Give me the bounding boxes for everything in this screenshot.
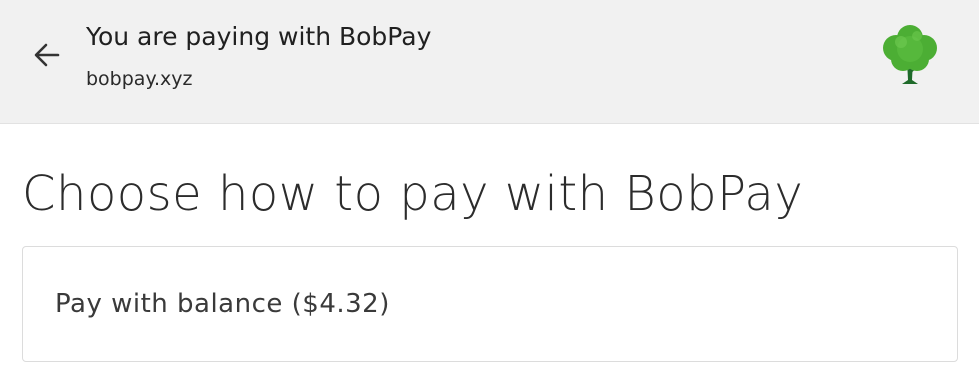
header-text: You are paying with BobPay bobpay.xyz bbox=[86, 22, 431, 92]
payment-page: You are paying with BobPay bobpay.xyz Ch… bbox=[0, 0, 979, 365]
header-title: You are paying with BobPay bbox=[86, 22, 432, 51]
option-label: Pay with balance ($4.32) bbox=[55, 289, 390, 319]
payment-header: You are paying with BobPay bobpay.xyz bbox=[0, 0, 979, 124]
pay-with-balance-option[interactable]: Pay with balance ($4.32) bbox=[22, 246, 958, 362]
page-title: Choose how to pay with BobPay bbox=[22, 166, 804, 222]
back-button[interactable] bbox=[28, 36, 66, 74]
arrow-left-icon bbox=[34, 43, 60, 67]
tree-icon bbox=[877, 22, 943, 90]
header-origin: bobpay.xyz bbox=[86, 68, 193, 90]
